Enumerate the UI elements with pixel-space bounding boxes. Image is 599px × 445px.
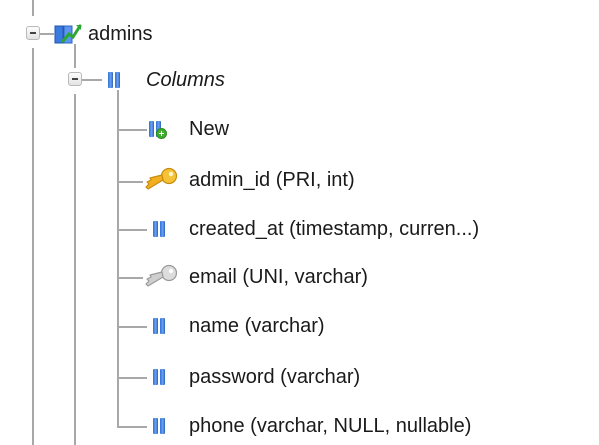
column-label: phone (varchar, NULL, nullable) (189, 415, 472, 437)
column-label: name (varchar) (189, 315, 325, 337)
tree-node-new-column[interactable]: New (147, 111, 229, 147)
column-icon (151, 220, 167, 238)
tree-connector (82, 79, 102, 81)
tree-node-column[interactable]: admin_id (PRI, int) (143, 162, 355, 198)
tree-node-column[interactable]: password (varchar) (147, 359, 360, 395)
tree-connector (117, 129, 147, 131)
object-tree: admins Columns New admin_id (PRI, int) c… (0, 0, 599, 445)
database-label: admins (88, 23, 153, 45)
tree-connector (117, 181, 143, 183)
primary-key-icon (143, 167, 179, 198)
column-icon (151, 317, 167, 335)
tree-connector (74, 94, 76, 445)
tree-node-column[interactable]: phone (varchar, NULL, nullable) (147, 408, 471, 444)
unique-key-icon (143, 264, 179, 295)
tree-node-column[interactable]: name (varchar) (147, 308, 325, 344)
column-label: created_at (timestamp, curren...) (189, 218, 480, 240)
database-collapse-toggle[interactable] (26, 26, 40, 40)
column-label: password (varchar) (189, 366, 361, 388)
tree-connector (117, 326, 147, 328)
columns-label: Columns (146, 69, 225, 91)
tree-node-columns[interactable]: Columns (102, 62, 225, 98)
tree-connector (32, 0, 34, 16)
tree-connector (40, 33, 54, 35)
tree-connector (117, 377, 147, 379)
tree-node-column[interactable]: email (UNI, varchar) (143, 259, 368, 295)
column-label: email (UNI, varchar) (189, 266, 368, 288)
tree-node-database[interactable]: admins (54, 16, 152, 52)
database-icon (54, 23, 82, 45)
columns-icon (106, 71, 122, 89)
column-icon (151, 417, 167, 435)
column-label: admin_id (PRI, int) (189, 169, 355, 191)
tree-connector (117, 229, 147, 231)
tree-node-column[interactable]: created_at (timestamp, curren...) (147, 211, 479, 247)
columns-collapse-toggle[interactable] (68, 72, 82, 86)
column-icon (151, 368, 167, 386)
column-label: New (189, 118, 230, 140)
new-column-icon (147, 120, 167, 139)
tree-connector (117, 426, 147, 428)
tree-connector (117, 277, 143, 279)
tree-connector (32, 48, 34, 445)
